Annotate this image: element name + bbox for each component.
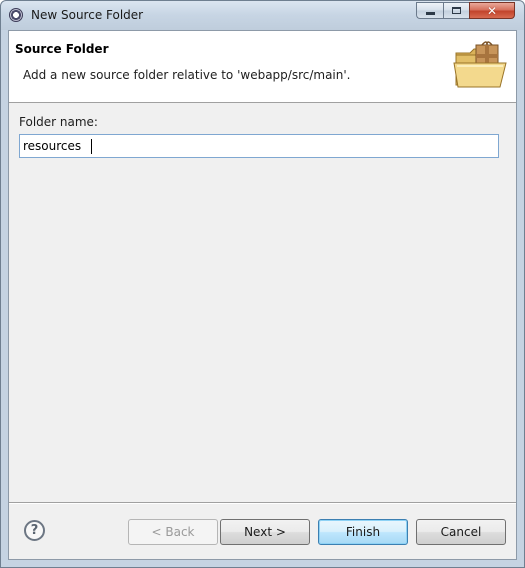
eclipse-app-icon <box>9 8 23 22</box>
finish-button[interactable]: Finish <box>318 519 408 545</box>
page-title: Source Folder <box>15 42 109 56</box>
text-caret <box>91 139 92 154</box>
dialog-client-area: Source Folder Add a new source folder re… <box>8 30 517 560</box>
maximize-button[interactable] <box>443 2 469 19</box>
folder-with-package-icon <box>453 41 507 88</box>
wizard-banner: Source Folder Add a new source folder re… <box>9 31 516 103</box>
window-title: New Source Folder <box>31 8 144 22</box>
close-button[interactable]: ✕ <box>469 2 515 19</box>
back-button[interactable]: < Back <box>128 519 218 545</box>
help-button[interactable]: ? <box>24 520 45 541</box>
help-icon: ? <box>30 523 39 538</box>
minimize-icon <box>425 12 435 15</box>
next-button[interactable]: Next > <box>220 519 310 545</box>
button-bar-separator <box>9 502 516 504</box>
page-description: Add a new source folder relative to 'web… <box>23 68 351 82</box>
caption-buttons: ✕ <box>416 2 515 19</box>
maximize-icon <box>452 7 461 14</box>
title-bar[interactable]: New Source Folder ✕ <box>1 1 524 30</box>
dialog-window: New Source Folder ✕ Source Folder Add a … <box>0 0 525 568</box>
minimize-button[interactable] <box>416 2 443 19</box>
cancel-button[interactable]: Cancel <box>416 519 506 545</box>
folder-name-label: Folder name: <box>19 115 98 129</box>
close-icon: ✕ <box>486 3 498 18</box>
